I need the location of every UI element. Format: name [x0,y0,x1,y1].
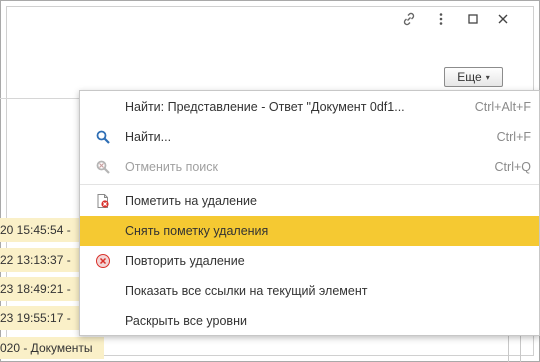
more-vertical-icon[interactable] [432,10,450,28]
menu-item-label: Найти... [125,130,172,144]
maximize-icon[interactable] [464,10,482,28]
menu-item-cancel-search[interactable]: Отменить поиск Ctrl+Q [80,152,539,182]
search-icon [94,128,112,146]
menu-item-mark-delete[interactable]: Пометить на удаление [80,186,539,216]
menu-item-shortcut: Ctrl+Q [494,160,531,174]
menu-item-show-all-links[interactable]: Показать все ссылки на текущий элемент [80,276,539,306]
close-icon[interactable] [494,10,512,28]
mark-delete-icon [94,192,112,210]
link-icon[interactable] [400,10,418,28]
menu-separator [80,184,539,185]
cancel-search-icon [94,158,112,176]
menu-item-label: Раскрыть все уровни [125,314,247,328]
menu-item-unmark-delete[interactable]: Снять пометку удаления [80,216,539,246]
menu-item-shortcut: Ctrl+F [496,130,531,144]
menu-item-label: Повторить удаление [125,254,245,268]
table-header-divider [0,98,90,99]
menu-item-label: Отменить поиск [125,160,219,174]
context-menu: Найти: Представление - Ответ "Документ 0… [79,90,540,336]
repeat-delete-icon [94,252,112,270]
menu-item-label: Пометить на удаление [125,194,257,208]
menu-item-label: Найти: Представление - Ответ "Документ 0… [125,100,405,114]
menu-item-repeat-delete[interactable]: Повторить удаление [80,246,539,276]
menu-item-find-by-value[interactable]: Найти: Представление - Ответ "Документ 0… [80,92,539,122]
menu-item-label: Снять пометку удаления [125,224,269,238]
more-button-label: Еще [457,70,482,84]
chevron-down-icon: ▾ [485,72,490,82]
menu-item-shortcut: Ctrl+Alt+F [474,100,531,114]
menu-item-find[interactable]: Найти... Ctrl+F [80,122,539,152]
menu-item-label: Показать все ссылки на текущий элемент [125,284,368,298]
table-row[interactable]: 020 - Документы [0,337,104,359]
more-button[interactable]: Еще ▾ [444,67,503,87]
menu-item-expand-all-levels[interactable]: Раскрыть все уровни [80,306,539,336]
